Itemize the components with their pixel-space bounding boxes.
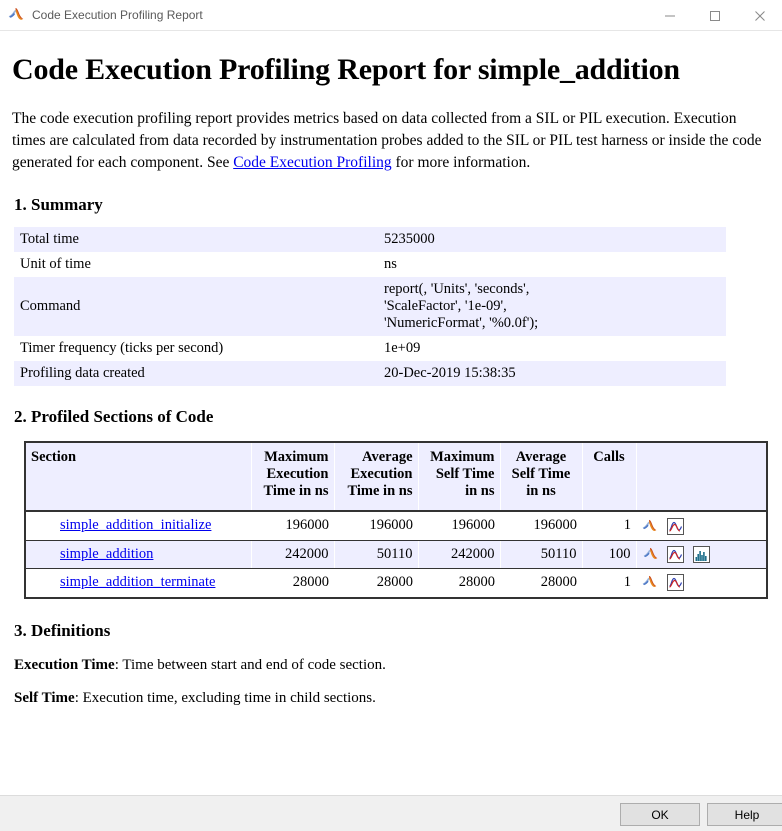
column-header-average-execution-time: Average Execution Time in ns <box>334 443 419 513</box>
summary-table: Total time 5235000 Unit of time ns Comma… <box>14 227 726 386</box>
profiled-sections-table: Section Maximum Execution Time in ns Ave… <box>26 443 766 597</box>
matlab-membrane-icon[interactable] <box>642 546 659 563</box>
plot-curve-icon[interactable] <box>667 545 685 563</box>
actions-cell <box>636 568 766 597</box>
summary-heading: 1. Summary <box>14 195 103 214</box>
average-execution-time-cell: 196000 <box>334 511 418 541</box>
dialog-button-bar: OK Help <box>0 795 782 831</box>
summary-value: 5235000 <box>378 227 726 252</box>
table-row: Timer frequency (ticks per second) 1e+09 <box>14 336 726 361</box>
maximize-icon[interactable] <box>692 0 737 31</box>
close-icon[interactable] <box>737 0 782 31</box>
average-self-time-cell: 28000 <box>500 568 582 597</box>
column-header-maximum-self-time: Maximum Self Time in ns <box>418 443 501 513</box>
section-name-cell: simple_addition <box>26 540 252 570</box>
minimize-icon[interactable] <box>647 0 692 31</box>
maximum-self-time-cell: 242000 <box>418 540 501 570</box>
definition-term: Execution Time <box>14 656 115 673</box>
calls-cell: 1 <box>582 568 636 597</box>
maximum-self-time-cell: 28000 <box>418 568 500 597</box>
section-name-cell: simple_addition_terminate <box>26 568 251 597</box>
calls-cell: 1 <box>582 511 636 541</box>
average-self-time-cell: 50110 <box>500 540 583 570</box>
ok-button[interactable]: OK <box>620 803 700 826</box>
matlab-membrane-icon[interactable] <box>641 574 658 591</box>
max-execution-time-cell: 196000 <box>251 511 334 541</box>
table-row: Profiling data created 20-Dec-2019 15:38… <box>14 361 726 386</box>
table-header-row: Section Maximum Execution Time in ns Ave… <box>26 443 766 513</box>
histogram-icon[interactable] <box>692 545 710 563</box>
table-row: simple_addition_terminate 28000 28000 28… <box>26 568 766 597</box>
calls-cell: 100 <box>582 540 637 570</box>
summary-value: 20-Dec-2019 15:38:35 <box>378 361 726 386</box>
max-execution-time-cell: 242000 <box>251 540 335 570</box>
summary-key: Profiling data created <box>14 361 378 386</box>
matlab-membrane-icon[interactable] <box>641 518 658 535</box>
average-execution-time-cell: 28000 <box>334 568 418 597</box>
column-header-actions <box>636 443 766 513</box>
code-execution-profiling-link[interactable]: Code Execution Profiling <box>233 154 391 171</box>
section-link-simple-addition-terminate[interactable]: simple_addition_terminate <box>60 574 215 590</box>
plot-curve-icon[interactable] <box>666 517 684 535</box>
maximum-self-time-cell: 196000 <box>418 511 500 541</box>
definition-text: : Time between start and end of code sec… <box>114 656 386 673</box>
table-row: Unit of time ns <box>14 252 726 277</box>
intro-text-part2: for more information. <box>391 154 531 171</box>
summary-key: Command <box>14 277 378 336</box>
column-header-section: Section <box>26 443 252 513</box>
section-name-cell: simple_addition_initialize <box>26 511 251 541</box>
page-title: Code Execution Profiling Report for simp… <box>12 53 680 86</box>
profiled-sections-table-wrapper: Section Maximum Execution Time in ns Ave… <box>24 441 768 599</box>
section-link-simple-addition[interactable]: simple_addition <box>60 546 153 562</box>
window-controls <box>647 0 782 31</box>
section-link-simple-addition-initialize[interactable]: simple_addition_initialize <box>60 517 211 533</box>
table-row: Command report(, 'Units', 'seconds', 'Sc… <box>14 277 726 336</box>
summary-value: report(, 'Units', 'seconds', 'ScaleFacto… <box>378 277 726 336</box>
profiled-sections-heading: 2. Profiled Sections of Code <box>14 407 214 426</box>
summary-value: ns <box>378 252 726 277</box>
window-title-text: Code Execution Profiling Report <box>32 8 203 22</box>
table-row: Total time 5235000 <box>14 227 726 252</box>
definition-self-time: Self Time: Execution time, excluding tim… <box>14 690 770 707</box>
help-button[interactable]: Help <box>707 803 782 826</box>
table-row: simple_addition 242000 50110 242000 5011… <box>26 540 766 570</box>
definition-text: : Execution time, excluding time in chil… <box>74 689 376 706</box>
summary-key: Timer frequency (ticks per second) <box>14 336 378 361</box>
plot-curve-icon[interactable] <box>666 574 684 592</box>
column-header-average-self-time: Average Self Time in ns <box>500 443 583 513</box>
summary-value: 1e+09 <box>378 336 726 361</box>
intro-paragraph: The code execution profiling report prov… <box>12 108 770 174</box>
actions-cell <box>636 511 766 541</box>
max-execution-time-cell: 28000 <box>251 568 334 597</box>
definitions-heading: 3. Definitions <box>14 620 111 640</box>
summary-key: Total time <box>14 227 378 252</box>
report-document: Code Execution Profiling Report for simp… <box>0 31 782 795</box>
actions-cell <box>636 540 766 570</box>
average-self-time-cell: 196000 <box>500 511 582 541</box>
average-execution-time-cell: 50110 <box>334 540 419 570</box>
table-row: simple_addition_initialize 196000 196000… <box>26 511 766 541</box>
column-header-max-execution-time: Maximum Execution Time in ns <box>251 443 335 513</box>
definition-execution-time: Execution Time: Time between start and e… <box>14 657 770 674</box>
column-header-calls: Calls <box>582 443 637 513</box>
summary-key: Unit of time <box>14 252 378 277</box>
window-title-bar: Code Execution Profiling Report <box>0 0 782 31</box>
definition-term: Self Time <box>14 689 75 706</box>
matlab-membrane-icon <box>7 6 25 24</box>
